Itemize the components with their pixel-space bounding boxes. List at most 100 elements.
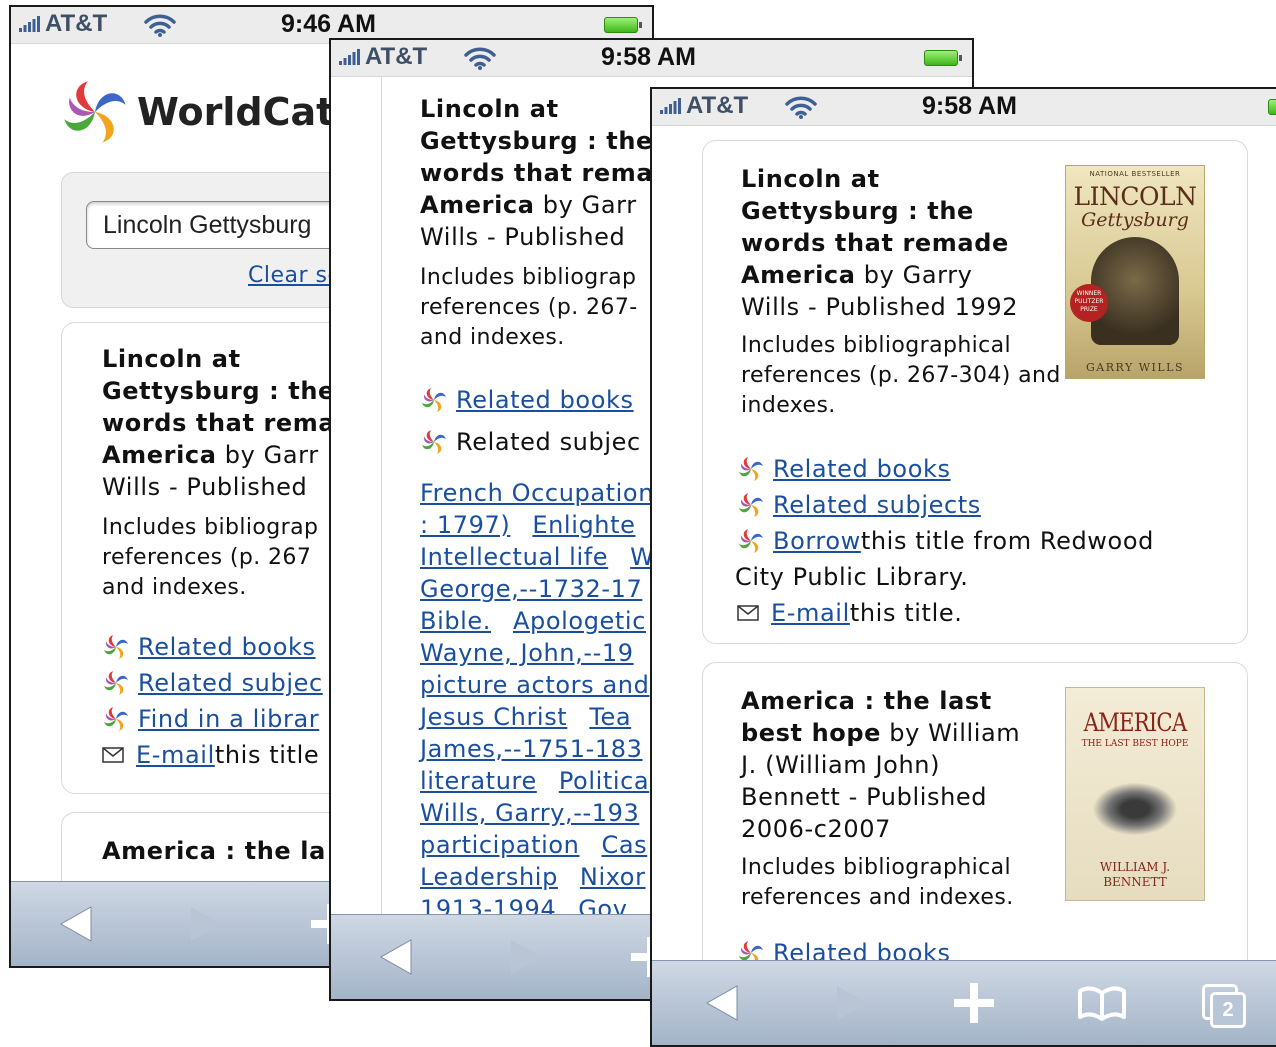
back-button[interactable] — [31, 882, 121, 966]
subject-link[interactable]: Wayne, John,--19 — [420, 639, 634, 667]
subject-link[interactable]: George,--1732-17 — [420, 575, 642, 603]
subject-link[interactable]: Leadership — [420, 863, 558, 891]
related-subjects-link[interactable]: Related subjec — [138, 665, 323, 701]
related-subjects-link[interactable]: Related subjects — [773, 487, 981, 523]
find-in-library-link[interactable]: Find in a librar — [138, 701, 319, 737]
subject-link[interactable]: Tea — [589, 703, 631, 731]
book-cover-america[interactable]: AMERICA THE LAST BEST HOPE WILLIAM J. BE… — [1065, 687, 1205, 901]
back-arrow-icon — [59, 906, 92, 942]
result-year: 2006-c2007 — [741, 815, 892, 843]
worldcat-icon — [737, 455, 765, 483]
signal-strength-icon — [19, 16, 41, 32]
result-title-line[interactable]: America — [741, 261, 856, 289]
forward-arrow-icon — [511, 940, 541, 974]
subject-link[interactable]: Bible. — [420, 607, 491, 635]
result-title-line[interactable]: America — [420, 191, 535, 219]
pages-count: 2 — [1222, 998, 1234, 1021]
result-author: by Garr — [216, 441, 319, 469]
result-published-label: - Published — [807, 293, 947, 321]
subject-link[interactable]: Nixor — [580, 863, 646, 891]
subject-link[interactable]: literature — [420, 767, 537, 795]
search-query: Lincoln Gettysburg — [103, 211, 312, 239]
back-button[interactable] — [682, 961, 762, 1045]
forward-button[interactable] — [161, 882, 251, 966]
status-bar: AT&T 9:58 AM — [331, 40, 972, 77]
clock: 9:46 AM — [281, 10, 376, 38]
status-bar: AT&T 9:58 AM — [652, 89, 1276, 126]
pages-icon: 2 — [1202, 984, 1246, 1028]
subject-link[interactable]: Apologetic — [513, 607, 646, 635]
subject-link[interactable]: Politica — [559, 767, 649, 795]
result-title-line[interactable]: Gettysburg : the — [741, 195, 1071, 227]
subject-link[interactable]: Jesus Christ — [420, 703, 567, 731]
subject-link[interactable]: French Occupation — [420, 479, 654, 507]
carrier-label: AT&T — [365, 43, 428, 70]
result-title-line[interactable]: Lincoln at — [741, 163, 1071, 195]
worldcat-icon — [737, 491, 765, 519]
subject-link[interactable]: Intellectual life — [420, 543, 608, 571]
back-arrow-icon — [379, 939, 412, 975]
browser-toolbar: 2 — [652, 960, 1276, 1045]
cover-author: GARRY WILLS — [1085, 361, 1184, 374]
subject-link[interactable]: Gov — [578, 895, 627, 915]
mail-icon — [102, 747, 124, 763]
carrier-label: AT&T — [686, 92, 749, 119]
wifi-icon — [784, 94, 818, 120]
back-button[interactable] — [351, 915, 441, 999]
result-title-line[interactable]: America : the la — [102, 835, 326, 867]
borrow-suffix: this title from Redwood — [860, 527, 1154, 555]
clear-search-link[interactable]: Clear se — [248, 263, 342, 288]
forward-button[interactable] — [812, 961, 892, 1045]
related-books-link[interactable]: Related books — [138, 629, 316, 665]
worldcat-icon — [737, 527, 765, 555]
subject-link[interactable]: Cas — [601, 831, 647, 859]
email-link[interactable]: E-mail — [771, 595, 850, 631]
result-year: 1992 — [954, 293, 1019, 321]
result-by: by — [863, 261, 895, 289]
logo-text: WorldCat — [137, 90, 335, 134]
cover-top-label: NATIONAL BESTSELLER — [1089, 170, 1181, 178]
cover-title: AMERICA — [1083, 708, 1188, 737]
worldcat-logo-icon — [59, 76, 131, 148]
eagle-illustration — [1087, 779, 1183, 839]
battery-icon — [924, 50, 962, 66]
clock: 9:58 AM — [601, 43, 696, 71]
forward-arrow-icon — [837, 986, 867, 1020]
result-title-line[interactable]: America — [102, 441, 217, 469]
related-books-link[interactable]: Related books — [773, 935, 951, 961]
book-cover-lincoln[interactable]: NATIONAL BESTSELLER LINCOLN Gettysburg W… — [1065, 165, 1205, 379]
mail-icon — [737, 605, 759, 621]
cover-subtitle: Gettysburg — [1081, 209, 1189, 231]
forward-button[interactable] — [481, 915, 571, 999]
worldcat-icon — [737, 939, 765, 961]
subject-link[interactable]: 1913-1994 — [420, 895, 556, 915]
pulitzer-badge: WINNER PULITZER PRIZE — [1070, 284, 1108, 322]
subject-link[interactable]: participation — [420, 831, 579, 859]
subject-link[interactable]: James,--1751-183 — [420, 735, 643, 763]
library-name: City Public Library. — [735, 563, 969, 591]
clock: 9:58 AM — [922, 92, 1017, 120]
worldcat-icon — [102, 669, 130, 697]
worldcat-icon — [420, 386, 448, 414]
pages-button[interactable]: 2 — [1182, 961, 1262, 1045]
wifi-icon — [143, 12, 177, 38]
cover-title: LINCOLN — [1073, 182, 1197, 211]
cover-author: WILLIAM J. BENNETT — [1099, 860, 1171, 889]
related-books-link[interactable]: Related books — [456, 379, 634, 421]
add-bookmark-button[interactable] — [934, 961, 1014, 1045]
forward-arrow-icon — [191, 907, 221, 941]
subject-link[interactable]: Wills, Garry,--193 — [420, 799, 639, 827]
bookmarks-button[interactable] — [1062, 961, 1142, 1045]
related-books-link[interactable]: Related books — [773, 451, 951, 487]
worldcat-icon — [102, 705, 130, 733]
result-card: Lincoln at Gettysburg : the words that r… — [702, 140, 1248, 644]
borrow-link[interactable]: Borrow — [773, 523, 861, 559]
subject-link[interactable]: : 1797) — [420, 511, 510, 539]
subject-link[interactable]: Enlighte — [532, 511, 635, 539]
book-icon — [1078, 986, 1126, 1021]
result-description: Includes bibliographical references and … — [741, 855, 1014, 910]
subject-link[interactable]: picture actors and — [420, 671, 649, 699]
phone-screen-results: AT&T 9:58 AM Lincoln at Gettysburg : the… — [650, 87, 1276, 1047]
email-link[interactable]: E-mail — [136, 737, 215, 773]
result-by: by — [889, 719, 920, 747]
